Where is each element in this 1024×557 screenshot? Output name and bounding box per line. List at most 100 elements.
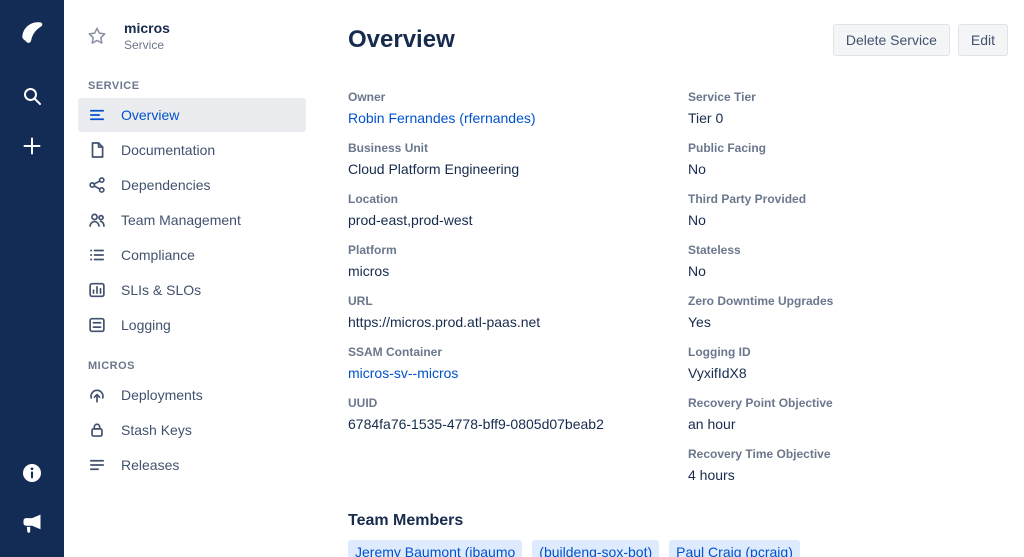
field-value: 4 hours bbox=[688, 466, 1008, 484]
field-value: No bbox=[688, 211, 1008, 229]
announcements-button[interactable] bbox=[12, 503, 52, 543]
rail-top-group bbox=[10, 10, 54, 166]
field-label: SSAM Container bbox=[348, 345, 688, 359]
lock-icon bbox=[88, 421, 106, 439]
sidebar-item-stash-keys[interactable]: Stash Keys bbox=[78, 413, 306, 447]
create-button[interactable] bbox=[12, 126, 52, 166]
delete-service-button[interactable]: Delete Service bbox=[833, 24, 950, 56]
service-type: Service bbox=[124, 38, 170, 52]
field-label: Zero Downtime Upgrades bbox=[688, 294, 1008, 308]
field-platform: Platformmicros bbox=[348, 243, 688, 280]
field-label: Owner bbox=[348, 90, 688, 104]
field-label: Public Facing bbox=[688, 141, 1008, 155]
field-label: URL bbox=[348, 294, 688, 308]
sidebar-item-label: Stash Keys bbox=[121, 422, 192, 438]
team-member-chip[interactable]: Jeremy Baumont (jbaumo bbox=[348, 540, 522, 557]
main-header: Overview Delete Service Edit bbox=[348, 24, 1008, 56]
field-label: UUID bbox=[348, 396, 688, 410]
main-content: Overview Delete Service Edit Owner Robin … bbox=[318, 0, 1024, 557]
field-label: Recovery Time Objective bbox=[688, 447, 1008, 461]
service-details: Owner Robin Fernandes (rfernandes) Busines… bbox=[348, 90, 1008, 498]
edit-button[interactable]: Edit bbox=[958, 24, 1008, 56]
field-value: prod-east,prod-west bbox=[348, 211, 688, 229]
field-label: Platform bbox=[348, 243, 688, 257]
field-third-party-provided: Third Party Provided No bbox=[688, 192, 1008, 229]
sidebar-item-label: SLIs & SLOs bbox=[121, 282, 201, 298]
field-uuid: UUID 6784fa76-1535-4778-bff9-0805d07beab2 bbox=[348, 396, 688, 433]
team-member-chip[interactable]: Paul Craig (pcraig) bbox=[669, 540, 800, 557]
megaphone-icon bbox=[20, 511, 44, 535]
sidebar: micros Service SERVICE Overview Documentat… bbox=[64, 0, 318, 557]
header-actions: Delete Service Edit bbox=[833, 24, 1008, 56]
sidebar-item-logging[interactable]: Logging bbox=[78, 308, 306, 342]
sidebar-item-dependencies[interactable]: Dependencies bbox=[78, 168, 306, 202]
plus-icon bbox=[20, 134, 44, 158]
details-right-column: Service TierTier 0Public FacingNoThird P… bbox=[688, 90, 1008, 498]
deployments-icon bbox=[88, 386, 106, 404]
search-icon bbox=[20, 84, 44, 108]
service-identity: micros Service bbox=[124, 20, 170, 52]
field-value: Cloud Platform Engineering bbox=[348, 160, 688, 178]
sidebar-item-label: Overview bbox=[121, 107, 179, 123]
field-label: Business Unit bbox=[348, 141, 688, 155]
logging-icon bbox=[88, 316, 106, 334]
search-button[interactable] bbox=[12, 76, 52, 116]
field-public-facing: Public Facing No bbox=[688, 141, 1008, 178]
field-value: No bbox=[688, 262, 1008, 280]
team-icon bbox=[88, 211, 106, 229]
chart-icon bbox=[88, 281, 106, 299]
sidebar-item-team-management[interactable]: Team Management bbox=[78, 203, 306, 237]
sidebar-item-label: Dependencies bbox=[121, 177, 211, 193]
field-label: Third Party Provided bbox=[688, 192, 1008, 206]
overview-icon bbox=[88, 106, 106, 124]
sidebar-item-label: Documentation bbox=[121, 142, 215, 158]
section-heading-service: SERVICE bbox=[88, 80, 306, 92]
sidebar-item-label: Compliance bbox=[121, 247, 195, 263]
field-value: Tier 0 bbox=[688, 109, 1008, 127]
field-value: No bbox=[688, 160, 1008, 178]
sidebar-item-label: Releases bbox=[121, 457, 179, 473]
field-recovery-time-objective: Recovery Time Objective 4 hours bbox=[688, 447, 1008, 484]
rail-bottom-group bbox=[12, 453, 52, 543]
field-value[interactable]: micros-sv--micros bbox=[348, 364, 688, 382]
team-members-list: Jeremy Baumont (jbaumo (buildeng-sox-bot)… bbox=[348, 540, 1008, 557]
field-recovery-point-objective: Recovery Point Objective an hour bbox=[688, 396, 1008, 433]
field-label: Stateless bbox=[688, 243, 1008, 257]
field-label: Recovery Point Objective bbox=[688, 396, 1008, 410]
field-service-tier: Service Tier Tier 0 bbox=[688, 90, 1008, 127]
page-title: Overview bbox=[348, 26, 455, 54]
sidebar-item-compliance[interactable]: Compliance bbox=[78, 238, 306, 272]
field-location: Locationprod-east,prod-west bbox=[348, 192, 688, 229]
favorite-star-icon[interactable] bbox=[86, 25, 108, 47]
service-name: micros bbox=[124, 20, 170, 36]
sidebar-item-documentation[interactable]: Documentation bbox=[78, 133, 306, 167]
field-value[interactable]: Robin Fernandes (rfernandes) bbox=[348, 109, 688, 127]
field-value: 6784fa76-1535-4778-bff9-0805d07beab2 bbox=[348, 415, 688, 433]
sidebar-item-releases[interactable]: Releases bbox=[78, 448, 306, 482]
app-logo-icon[interactable] bbox=[10, 10, 54, 54]
team-member-chip[interactable]: (buildeng-sox-bot) bbox=[532, 540, 659, 557]
section-heading-micros: MICROS bbox=[88, 360, 306, 372]
document-icon bbox=[88, 141, 106, 159]
sidebar-item-deployments[interactable]: Deployments bbox=[78, 378, 306, 412]
info-button[interactable] bbox=[12, 453, 52, 493]
field-label: Logging ID bbox=[688, 345, 1008, 359]
releases-icon bbox=[88, 456, 106, 474]
field-value: Yes bbox=[688, 313, 1008, 331]
field-zero-downtime-upgrades: Zero Downtime Upgrades Yes bbox=[688, 294, 1008, 331]
sidebar-item-overview[interactable]: Overview bbox=[78, 98, 306, 132]
field-ssam-container: SSAM Container micros-sv--micros bbox=[348, 345, 688, 382]
global-nav-rail bbox=[0, 0, 64, 557]
field-url: URLhttps://micros.prod.atl-paas.net bbox=[348, 294, 688, 331]
sidebar-item-slis-slos[interactable]: SLIs & SLOs bbox=[78, 273, 306, 307]
team-members-heading: Team Members bbox=[348, 512, 1008, 530]
field-value: an hour bbox=[688, 415, 1008, 433]
details-left-column: Owner Robin Fernandes (rfernandes) Busines… bbox=[348, 90, 688, 498]
app-root: micros Service SERVICE Overview Documentat… bbox=[0, 0, 1024, 557]
sidebar-sections: SERVICE Overview Documentation Dependencies… bbox=[78, 80, 306, 482]
field-label: Service Tier bbox=[688, 90, 1008, 104]
compliance-icon bbox=[88, 246, 106, 264]
sidebar-item-label: Deployments bbox=[121, 387, 203, 403]
field-value: VyxifIdX8 bbox=[688, 364, 1008, 382]
field-stateless: Stateless No bbox=[688, 243, 1008, 280]
